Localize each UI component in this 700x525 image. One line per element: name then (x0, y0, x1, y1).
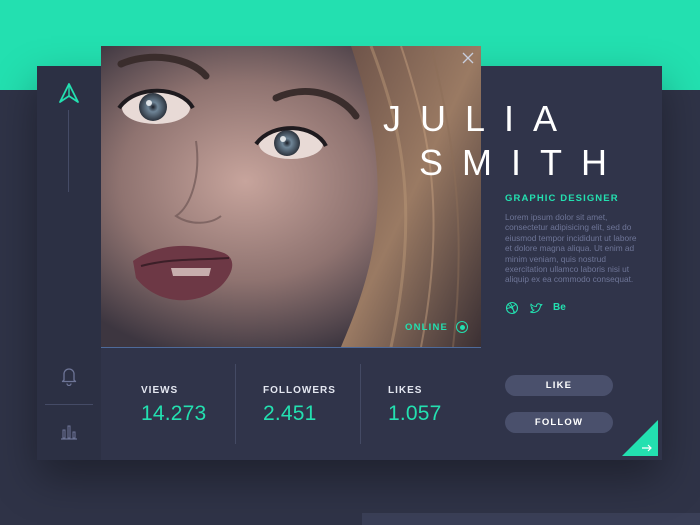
behance-icon[interactable]: Be (553, 301, 566, 315)
stat-label: FOLLOWERS (263, 385, 336, 396)
logo-icon[interactable] (58, 82, 80, 104)
sidebar-divider-line (68, 110, 69, 192)
stat-followers: FOLLOWERS 2.451 (263, 385, 336, 426)
online-dot-icon (456, 321, 469, 333)
online-status-label: ONLINE (405, 321, 449, 333)
bottom-strip (362, 513, 700, 525)
last-name: SMITH (419, 142, 626, 183)
job-title: GRAPHIC DESIGNER (505, 193, 619, 204)
stat-value: 1.057 (388, 402, 442, 425)
dribbble-icon[interactable] (505, 301, 519, 315)
bar-chart-icon[interactable] (60, 422, 78, 440)
follow-button[interactable]: FOLLOW (505, 412, 613, 433)
sidebar-divider (45, 404, 93, 405)
bell-icon[interactable] (60, 366, 78, 386)
online-status: ONLINE (405, 320, 469, 334)
next-arrow-button[interactable] (622, 420, 658, 456)
stat-divider (360, 364, 361, 444)
bio-text: Lorem ipsum dolor sit amet, consectetur … (505, 212, 637, 285)
stat-likes: LIKES 1.057 (388, 385, 442, 426)
stat-views: VIEWS 14.273 (141, 385, 206, 426)
social-links: Be (505, 301, 566, 315)
sidebar (37, 66, 101, 460)
stat-label: LIKES (388, 385, 423, 396)
first-name: JULIA (383, 98, 577, 139)
stat-value: 2.451 (263, 402, 317, 425)
like-button[interactable]: LIKE (505, 375, 613, 396)
close-icon[interactable] (460, 50, 476, 66)
stat-label: VIEWS (141, 385, 179, 396)
stat-divider (235, 364, 236, 444)
twitter-icon[interactable] (529, 301, 543, 315)
profile-photo (101, 46, 481, 348)
stat-value: 14.273 (141, 402, 207, 425)
